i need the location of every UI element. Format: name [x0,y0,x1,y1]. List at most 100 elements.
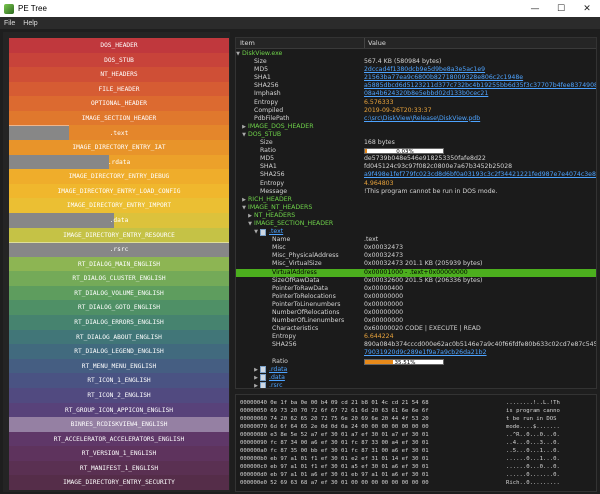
map-band[interactable]: RT_MENU_MENU_ENGLISH [9,358,229,374]
close-button[interactable]: ✕ [574,0,600,17]
tree-row[interactable]: Misc 0x00032473 [236,244,596,252]
expand-down-icon[interactable]: ▼ [247,220,253,228]
tree-item-value[interactable]: a9f498e1fef779fc023cd8d6bf0a03193c3c2f34… [364,171,596,179]
tree-row[interactable]: SHA256 a5885dbcd6d5123211d377c732bc4b1925… [236,82,596,90]
tree-row[interactable]: ▶ .data [236,374,596,382]
tree-row[interactable]: SHA1 21563ba77ea9c6800b82718009328e806c2c… [236,74,596,82]
map-band[interactable]: RT_ICON_1_ENGLISH [9,373,229,389]
tree-row[interactable]: Imphash 08a4b624320b8e5ebbd02d133b0cec21 [236,90,596,98]
tree-row[interactable]: ▶ .rsrc [236,382,596,388]
map-band[interactable]: .text [9,125,229,141]
map-band[interactable]: RT_ACCELERATOR_ACCELERATORS_ENGLISH [9,431,229,447]
tree-row[interactable]: SHA256 890a084b374cccd000e62ac0b5146e7a9c… [236,341,596,349]
tree-row[interactable]: Misc_VirtualSize 0x00032473 201.1 KB (205… [236,260,596,268]
tree-row[interactable]: 79031920d9c289e1f9a7a9cb26da21b2 [236,349,596,357]
hex-line: 00000090 fc 87 34 00 a6 ef 30 01 fc 87 3… [240,440,429,446]
expand-right-icon[interactable]: ▶ [253,366,259,374]
menu-file[interactable]: File [0,20,19,27]
map-band[interactable]: RT_DIALOG_LEGEND_ENGLISH [9,344,229,360]
map-band[interactable]: IMAGE_DIRECTORY_ENTRY_IMPORT [9,198,229,214]
expand-down-icon[interactable]: ▼ [241,204,247,212]
tree-row[interactable]: PointerToLinenumbers 0x00000000 [236,301,596,309]
tree-item-value[interactable]: a5885dbcd6d5123211d377c732bc4b19255bb6d3… [364,82,596,90]
map-band[interactable]: DOS_STUB [9,52,229,68]
tree-row[interactable]: ▼ .text [236,228,596,236]
tree-row[interactable]: ▶ NT_HEADERS [236,212,596,220]
map-band[interactable]: RT_DIALOG_CLUSTER_ENGLISH [9,271,229,287]
tree-row[interactable]: Entropy 4.964803 [236,180,596,188]
tree-row[interactable]: SHA256 a9f498e1fef779fc023cd8d6bf0a03193c… [236,171,596,179]
expand-down-icon[interactable]: ▼ [241,131,247,139]
tree-row[interactable]: SizeOfRawData 0x00032600 201.5 KB (206336… [236,277,596,285]
tree-item-value[interactable]: 08a4b624320b8e5ebbd02d133b0cec21 [364,90,488,98]
tree-row[interactable]: Name .text [236,236,596,244]
map-band[interactable]: RT_GROUP_ICON_APPICON_ENGLISH [9,402,229,418]
tree-row[interactable]: Entropy 6.576333 [236,99,596,107]
minimize-button[interactable]: — [522,0,548,17]
menu-help[interactable]: Help [19,20,41,27]
map-band[interactable]: .rsrc [9,242,229,258]
maximize-button[interactable]: ☐ [548,0,574,17]
tree-row[interactable]: ▶ .rdata [236,366,596,374]
tree-item-value[interactable]: 2dccad4f1380dcb9e5d9be8a3e5ac1e9 [364,66,485,74]
map-band[interactable]: OPTIONAL_HEADER [9,96,229,112]
expand-right-icon[interactable]: ▶ [241,123,247,131]
tree-row[interactable]: PointerToRawData 0x00000400 [236,285,596,293]
tree-row[interactable]: Ratio 0.03% [236,147,596,155]
tree-row[interactable]: Characteristics 0x60000020 CODE | EXECUTE… [236,325,596,333]
map-band[interactable]: RT_DIALOG_VOLUME_ENGLISH [9,285,229,301]
map-band[interactable]: RT_VERSION_1_ENGLISH [9,446,229,462]
column-header-item[interactable]: Item [240,39,255,47]
expand-right-icon[interactable]: ▶ [247,212,253,220]
map-band[interactable]: RT_DIALOG_ABOUT_ENGLISH [9,329,229,345]
map-band[interactable]: IMAGE_SECTION_HEADER [9,110,229,126]
tree-row[interactable]: Entropy 6.644224 [236,333,596,341]
tree-row[interactable]: ▼ DOS_STUB [236,131,596,139]
tree-item-value[interactable]: c:\src\DiskView\Release\DiskView.pdb [364,115,480,123]
map-band[interactable]: NT_HEADERS [9,67,229,83]
tree-row[interactable]: NumberOfLinenumbers 0x00000000 [236,317,596,325]
tree-row[interactable]: Ratio 35.51% [236,358,596,366]
expand-right-icon[interactable]: ▶ [253,374,259,382]
map-band[interactable]: RT_MANIFEST_1_ENGLISH [9,460,229,476]
tree-row[interactable]: MD5 2dccad4f1380dcb9e5d9be8a3e5ac1e9 [236,66,596,74]
map-band[interactable]: IMAGE_DIRECTORY_ENTRY_SECURITY [9,475,229,491]
map-band[interactable]: FILE_HEADER [9,81,229,97]
map-band[interactable]: IMAGE_DIRECTORY_ENTRY_DEBUG [9,169,229,185]
tree-row[interactable]: Size 168 bytes [236,139,596,147]
tree-row[interactable]: SHA1 fd045124c93c97f082c0800e7a67b3452b25… [236,163,596,171]
tree-row[interactable]: MD5 de5739b048e546e918253350fafe8d22 [236,155,596,163]
tree-row[interactable]: ▼ DiskView.exe [236,50,596,58]
map-band[interactable]: .data [9,212,229,229]
expand-down-icon[interactable]: ▼ [253,228,259,236]
tree-row[interactable]: ▶ IMAGE_DOS_HEADER [236,123,596,131]
tree-row[interactable]: ▼ IMAGE_SECTION_HEADER [236,220,596,228]
expand-right-icon[interactable]: ▶ [241,196,247,204]
column-header-value[interactable]: Value [364,38,386,48]
tree-item-value[interactable]: 21563ba77ea9c6800b82718009328e806c2c1948… [364,74,523,82]
tree-item-value[interactable]: 79031920d9c289e1f9a7a9cb26da21b2 [364,349,487,357]
tree-row[interactable]: ▼ IMAGE_NT_HEADERS [236,204,596,212]
map-band[interactable]: IMAGE_DIRECTORY_ENTRY_RESOURCE [9,227,229,243]
tree-row[interactable]: NumberOfRelocations 0x00000000 [236,309,596,317]
map-band[interactable]: RT_DIALOG_GOTO_ENGLISH [9,300,229,316]
tree-row[interactable]: PdbFilePath c:\src\DiskView\Release\DiskV… [236,115,596,123]
tree-row[interactable]: PointerToRelocations 0x00000000 [236,293,596,301]
tree-row[interactable]: VirtualAddress 0x00001000 - .text+0x00000… [236,268,596,277]
tree-row[interactable]: Compiled 2019-09-26T20:33:37 [236,107,596,115]
tree-row[interactable]: Size 567.4 KB (580984 bytes) [236,58,596,66]
map-band[interactable]: RT_DIALOG_MAIN_ENGLISH [9,256,229,272]
map-band[interactable]: IMAGE_DIRECTORY_ENTRY_IAT [9,140,229,156]
map-band[interactable]: RT_DIALOG_ERRORS_ENGLISH [9,315,229,331]
map-band[interactable]: IMAGE_DIRECTORY_ENTRY_LOAD_CONFIG [9,183,229,199]
map-band[interactable]: .rdata [9,154,229,170]
tree-row[interactable]: ▶ RICH_HEADER [236,196,596,204]
pe-map[interactable]: DOS_HEADER DOS_STUB NT_HEADERS FILE_HEADER O… [9,38,229,491]
expand-down-icon[interactable]: ▼ [236,50,241,58]
tree-row[interactable]: Misc_PhysicalAddress 0x00032473 [236,252,596,260]
map-band[interactable]: DOS_HEADER [9,38,229,54]
map-band[interactable]: RT_ICON_2_ENGLISH [9,387,229,403]
tree-row[interactable]: Message !This program cannot be run in DO… [236,188,596,196]
hex-view[interactable]: 00000040 0e 1f ba 0e 00 b4 09 cd 21 b8 0… [235,394,597,492]
expand-right-icon[interactable]: ▶ [253,382,259,388]
